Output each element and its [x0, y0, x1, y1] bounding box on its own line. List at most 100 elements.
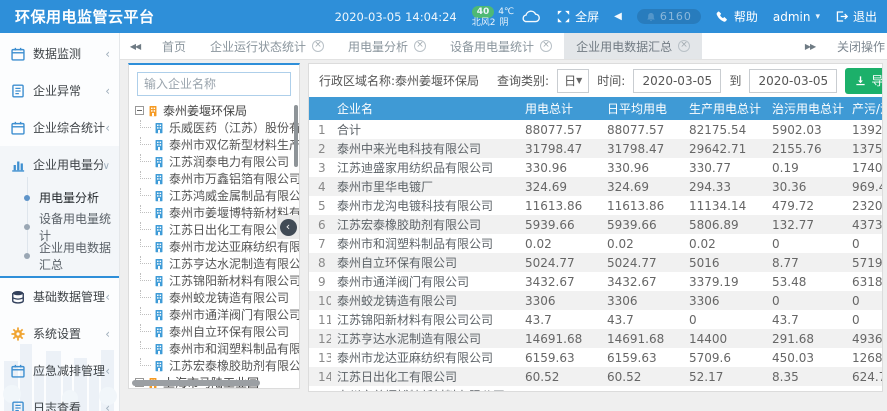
query-type-label: 查询类别: [497, 72, 549, 89]
tree-node[interactable]: 泰州自立环保有限公司 [135, 323, 299, 340]
sidebar-subitem[interactable]: 用电量分析 [0, 183, 119, 212]
fullscreen-button[interactable]: 全屏 [557, 8, 599, 25]
sidebar-subitem[interactable]: 企业用电数据汇总 [0, 241, 119, 270]
total-power-cell: 0.02 [519, 234, 601, 253]
enterprise-name-cell: 泰州市姜堰博特新材料有限公司 [331, 386, 519, 392]
collapse-panel-icon[interactable]: ‹ [280, 219, 297, 236]
tree-node[interactable]: 江苏亨达水泥制造有限公司 [135, 255, 299, 272]
tree-node[interactable]: 泰州市龙达亚麻纺织有限公司 [135, 238, 299, 255]
tree-node[interactable]: 泰州蛟龙铸造有限公司 [135, 289, 299, 306]
table-row[interactable]: 3 江苏迪盛家用纺织品有限公司 330.96 330.96 330.77 0.1… [309, 158, 883, 177]
tab[interactable]: 企业运行状态统计 [198, 33, 336, 59]
sidebar-item[interactable]: 基础数据管理 [0, 278, 119, 315]
tab-close-icon[interactable] [414, 40, 426, 52]
table-row[interactable]: 12 江苏亨达水泥制造有限公司 14691.68 14691.68 14400 … [309, 329, 883, 348]
header-right-group: 2020-03-05 14:04:24 40 4℃ 北风2 阴 全屏 ◀ 616… [335, 6, 877, 28]
data-summary-panel: 行政区域名称:泰州姜堰环保局 查询类别: 日 ▼ 时间: 到 导出 [308, 63, 883, 392]
tree-node[interactable]: 泰州市双亿新型材料生产有限公司 [135, 136, 299, 153]
tree-node[interactable]: 乐威医药（江苏）股份有限公司 [135, 119, 299, 136]
tree-node[interactable]: 江苏日出化工有限公司 [135, 221, 299, 238]
tab-label: 设备用电量统计 [450, 38, 534, 55]
tree-node[interactable]: 泰州市通洋阀门有限公司 [135, 306, 299, 323]
pollution-control-power-cell: 132.77 [766, 215, 846, 234]
tree-guide-line [140, 171, 151, 179]
tab-close-icon[interactable] [312, 40, 324, 52]
tab-close-icon[interactable] [540, 40, 552, 52]
table-row[interactable]: 2 泰州中来光电科技有限公司 31798.47 31798.47 29642.7… [309, 139, 883, 158]
sidebar-item-label: 基础数据管理 [33, 288, 105, 305]
table-row[interactable]: 4 泰州市里华电镀厂 324.69 324.69 294.33 30.36 96… [309, 177, 883, 196]
column-header[interactable]: 产污/治污(用 [846, 97, 883, 120]
tree-node-label: 江苏亨达水泥制造有限公司 [169, 255, 299, 272]
tree-node[interactable]: 江苏宏泰橡胶助剂有限公司 [135, 357, 299, 374]
sidebar-item[interactable]: 企业用电量分析 用电量分析 设备用电量统计 [0, 146, 119, 278]
sidebar-item[interactable]: 数据监测 [0, 35, 119, 72]
column-header[interactable]: 用电总计 [519, 97, 601, 120]
sidebar-item[interactable]: 应急减排管理 [0, 352, 119, 389]
logout-button[interactable]: 退出 [835, 8, 877, 25]
tree-node[interactable]: 泰州姜堰环保局 [135, 102, 299, 119]
sidebar-item-label: 数据监测 [33, 45, 81, 62]
tree-node[interactable]: 泰州市姜堰博特新材料有限公司 [135, 204, 299, 221]
total-power-cell: 14691.68 [519, 329, 601, 348]
ratio-cell: 4936.92 [846, 329, 883, 348]
query-type-select[interactable]: 日 ▼ [557, 69, 589, 93]
table-row[interactable]: 8 泰州自立环保有限公司 5024.77 5024.77 5016 8.77 5… [309, 253, 883, 272]
table-row[interactable]: 6 江苏宏泰橡胶助剂有限公司 5939.66 5939.66 5806.89 1… [309, 215, 883, 234]
sidebar-item-icon [11, 290, 25, 304]
tab-close-icon[interactable] [678, 40, 690, 52]
daily-average-cell: 3432.67 [601, 272, 683, 291]
date-to-input[interactable] [749, 69, 837, 93]
table-row[interactable]: 5 泰州市龙沟电镀科技有限公司 11613.86 11613.86 11134.… [309, 196, 883, 215]
vertical-scrollbar[interactable] [294, 105, 298, 167]
pollution-control-power-cell: 8.35 [766, 367, 846, 386]
sidebar-item[interactable]: 系统设置 [0, 315, 119, 352]
sound-toggle-icon[interactable]: ◀ [614, 11, 622, 22]
column-header[interactable]: 生产用电总计 [683, 97, 766, 120]
tree-collapse-toggle-icon[interactable] [135, 106, 144, 115]
sidebar-item[interactable]: 日志查看 [0, 389, 119, 411]
alarm-count-badge[interactable]: 6160 [637, 9, 701, 24]
column-header[interactable]: 日平均用电 [601, 97, 683, 120]
date-from-input[interactable] [633, 69, 721, 93]
daily-average-cell: 0.02 [601, 234, 683, 253]
sidebar-item[interactable]: 企业综合统计 [0, 109, 119, 146]
table-row[interactable]: 11 江苏锦阳新材料有限公司公司 43.7 43.7 0 43.7 0 [309, 310, 883, 329]
table-row[interactable]: 9 泰州市通洋阀门有限公司 3432.67 3432.67 3379.19 53… [309, 272, 883, 291]
scroll-tabs-left-icon[interactable]: ◀◀ [120, 42, 150, 51]
tree-node[interactable]: 泰州市万鑫铝箔有限公司 [135, 170, 299, 187]
tree-node[interactable]: 泰州市和润塑料制品有限公司 [135, 340, 299, 357]
help-button[interactable]: 帮助 [716, 8, 758, 25]
building-icon [153, 292, 165, 304]
column-header[interactable]: 治污用电总计 [766, 97, 846, 120]
column-header[interactable]: 企业名 [331, 97, 519, 120]
tab[interactable]: 首页 [150, 33, 198, 59]
table-row[interactable]: 13 泰州市龙达亚麻纺织有限公司 6159.63 6159.63 5709.6 … [309, 348, 883, 367]
enterprise-name-cell: 江苏日出化工有限公司 [331, 367, 519, 386]
user-menu[interactable]: admin ▾ [773, 10, 820, 24]
table-row[interactable]: 7 泰州市和润塑料制品有限公司 0.02 0.02 0.02 0 0 [309, 234, 883, 253]
temperature-label: 4℃ [498, 7, 514, 17]
total-power-cell: 3306 [519, 291, 601, 310]
username-label: admin [773, 10, 811, 24]
tree-node[interactable]: 江苏鸿威金属制品有限公司 [135, 187, 299, 204]
table-row[interactable]: 1 合计 88077.57 88077.57 82175.54 5902.03 … [309, 120, 883, 139]
table-row[interactable]: 15 泰州市姜堰博特新材料有限公司 830.84 830.84 738.43 4… [309, 386, 883, 392]
search-input[interactable] [137, 72, 291, 96]
tree-node[interactable]: 江苏锦阳新材料有限公司公司 [135, 272, 299, 289]
sidebar-subitem[interactable]: 设备用电量统计 [0, 212, 119, 241]
tab[interactable]: 企业用电数据汇总 [564, 33, 702, 59]
tab[interactable]: 设备用电量统计 [438, 33, 564, 59]
tree-node[interactable]: 江苏润泰电力有限公司 [135, 153, 299, 170]
close-operations-menu[interactable]: 关闭操作 [837, 38, 885, 55]
tab[interactable]: 用电量分析 [336, 33, 438, 59]
export-button[interactable]: 导出 [845, 68, 883, 94]
sidebar-item[interactable]: 企业异常 [0, 72, 119, 109]
table-row[interactable]: 10 泰州蛟龙铸造有限公司 3306 3306 3306 0 0 [309, 291, 883, 310]
table-row[interactable]: 14 江苏日出化工有限公司 60.52 60.52 52.17 8.35 624… [309, 367, 883, 386]
row-index-cell: 5 [309, 196, 331, 215]
scroll-tabs-right-icon[interactable]: ▶▶ [795, 42, 825, 51]
ratio-cell: 1268.72 [846, 348, 883, 367]
horizontal-scrollbar[interactable] [132, 380, 260, 386]
production-power-cell: 5709.6 [683, 348, 766, 367]
